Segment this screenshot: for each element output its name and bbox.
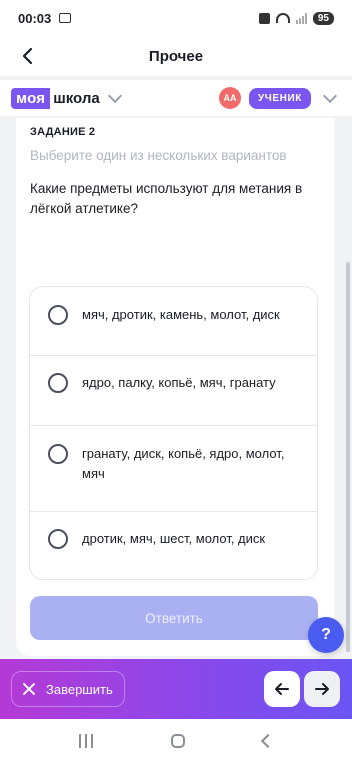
status-icons: 95 xyxy=(258,11,334,25)
answer-option[interactable]: ядро, палку, копьё, мяч, гранату xyxy=(30,356,317,426)
bottom-action-bar: Завершить xyxy=(0,659,352,719)
radio-button[interactable] xyxy=(48,444,68,464)
radio-button[interactable] xyxy=(48,373,68,393)
answer-button[interactable]: Ответить xyxy=(30,596,318,640)
answer-options: мяч, дротик, камень, молот, диск ядро, п… xyxy=(29,286,318,580)
next-button[interactable] xyxy=(304,671,340,707)
logo-moya: моя xyxy=(11,87,51,109)
avatar[interactable]: АА xyxy=(218,87,241,109)
finish-button[interactable]: Завершить xyxy=(11,671,125,707)
previous-button[interactable] xyxy=(264,671,300,707)
app-header: Прочее xyxy=(0,36,352,76)
radio-button[interactable] xyxy=(48,305,68,325)
radio-button[interactable] xyxy=(48,529,68,549)
system-navigation-bar xyxy=(0,719,352,763)
task-card: ЗАДАНИЕ 2 Выберите один из нескольких ва… xyxy=(16,118,334,656)
signal-icon xyxy=(295,12,307,24)
recent-apps-icon[interactable] xyxy=(79,734,93,748)
mute-icon xyxy=(258,12,270,24)
status-bar: 00:03 95 xyxy=(0,0,352,36)
task-label: ЗАДАНИЕ 2 xyxy=(30,126,96,138)
status-time: 00:03 xyxy=(18,10,52,26)
close-icon xyxy=(22,682,36,696)
wifi-icon xyxy=(275,13,290,23)
arrow-right-icon xyxy=(315,683,329,695)
home-icon[interactable] xyxy=(171,734,185,748)
finish-label: Завершить xyxy=(46,681,113,697)
task-question: Какие предметы используют для метания в … xyxy=(30,181,303,216)
arrow-left-icon xyxy=(275,683,289,695)
screen-record-icon xyxy=(59,13,72,23)
user-area: АА УЧЕНИК xyxy=(218,87,341,109)
option-text: гранату, диск, копьё, ядро, молот, мяч xyxy=(82,446,285,481)
scrollbar[interactable] xyxy=(346,262,350,652)
option-text: дротик, мяч, шест, молот, диск xyxy=(82,531,266,546)
logo-shkola: школа xyxy=(53,89,100,107)
option-text: ядро, палку, копьё, мяч, гранату xyxy=(82,375,276,390)
school-bar: моя школа АА УЧЕНИК xyxy=(0,80,352,116)
option-text: мяч, дротик, камень, молот, диск xyxy=(82,307,280,322)
answer-option[interactable]: мяч, дротик, камень, молот, диск xyxy=(30,287,317,356)
answer-option[interactable]: дротик, мяч, шест, молот, диск xyxy=(30,512,317,579)
school-chevron-down-icon[interactable] xyxy=(107,88,122,103)
back-arrow-icon[interactable] xyxy=(18,46,38,66)
role-badge[interactable]: УЧЕНИК xyxy=(248,87,311,109)
task-hint: Выберите один из нескольких вариантов xyxy=(30,148,287,163)
role-chevron-down-icon[interactable] xyxy=(322,88,338,103)
answer-option[interactable]: гранату, диск, копьё, ядро, молот, мяч xyxy=(30,426,317,512)
page-title: Прочее xyxy=(148,47,204,65)
help-button[interactable]: ? xyxy=(308,617,344,653)
battery-indicator: 95 xyxy=(312,11,334,25)
system-back-icon[interactable] xyxy=(260,733,276,749)
